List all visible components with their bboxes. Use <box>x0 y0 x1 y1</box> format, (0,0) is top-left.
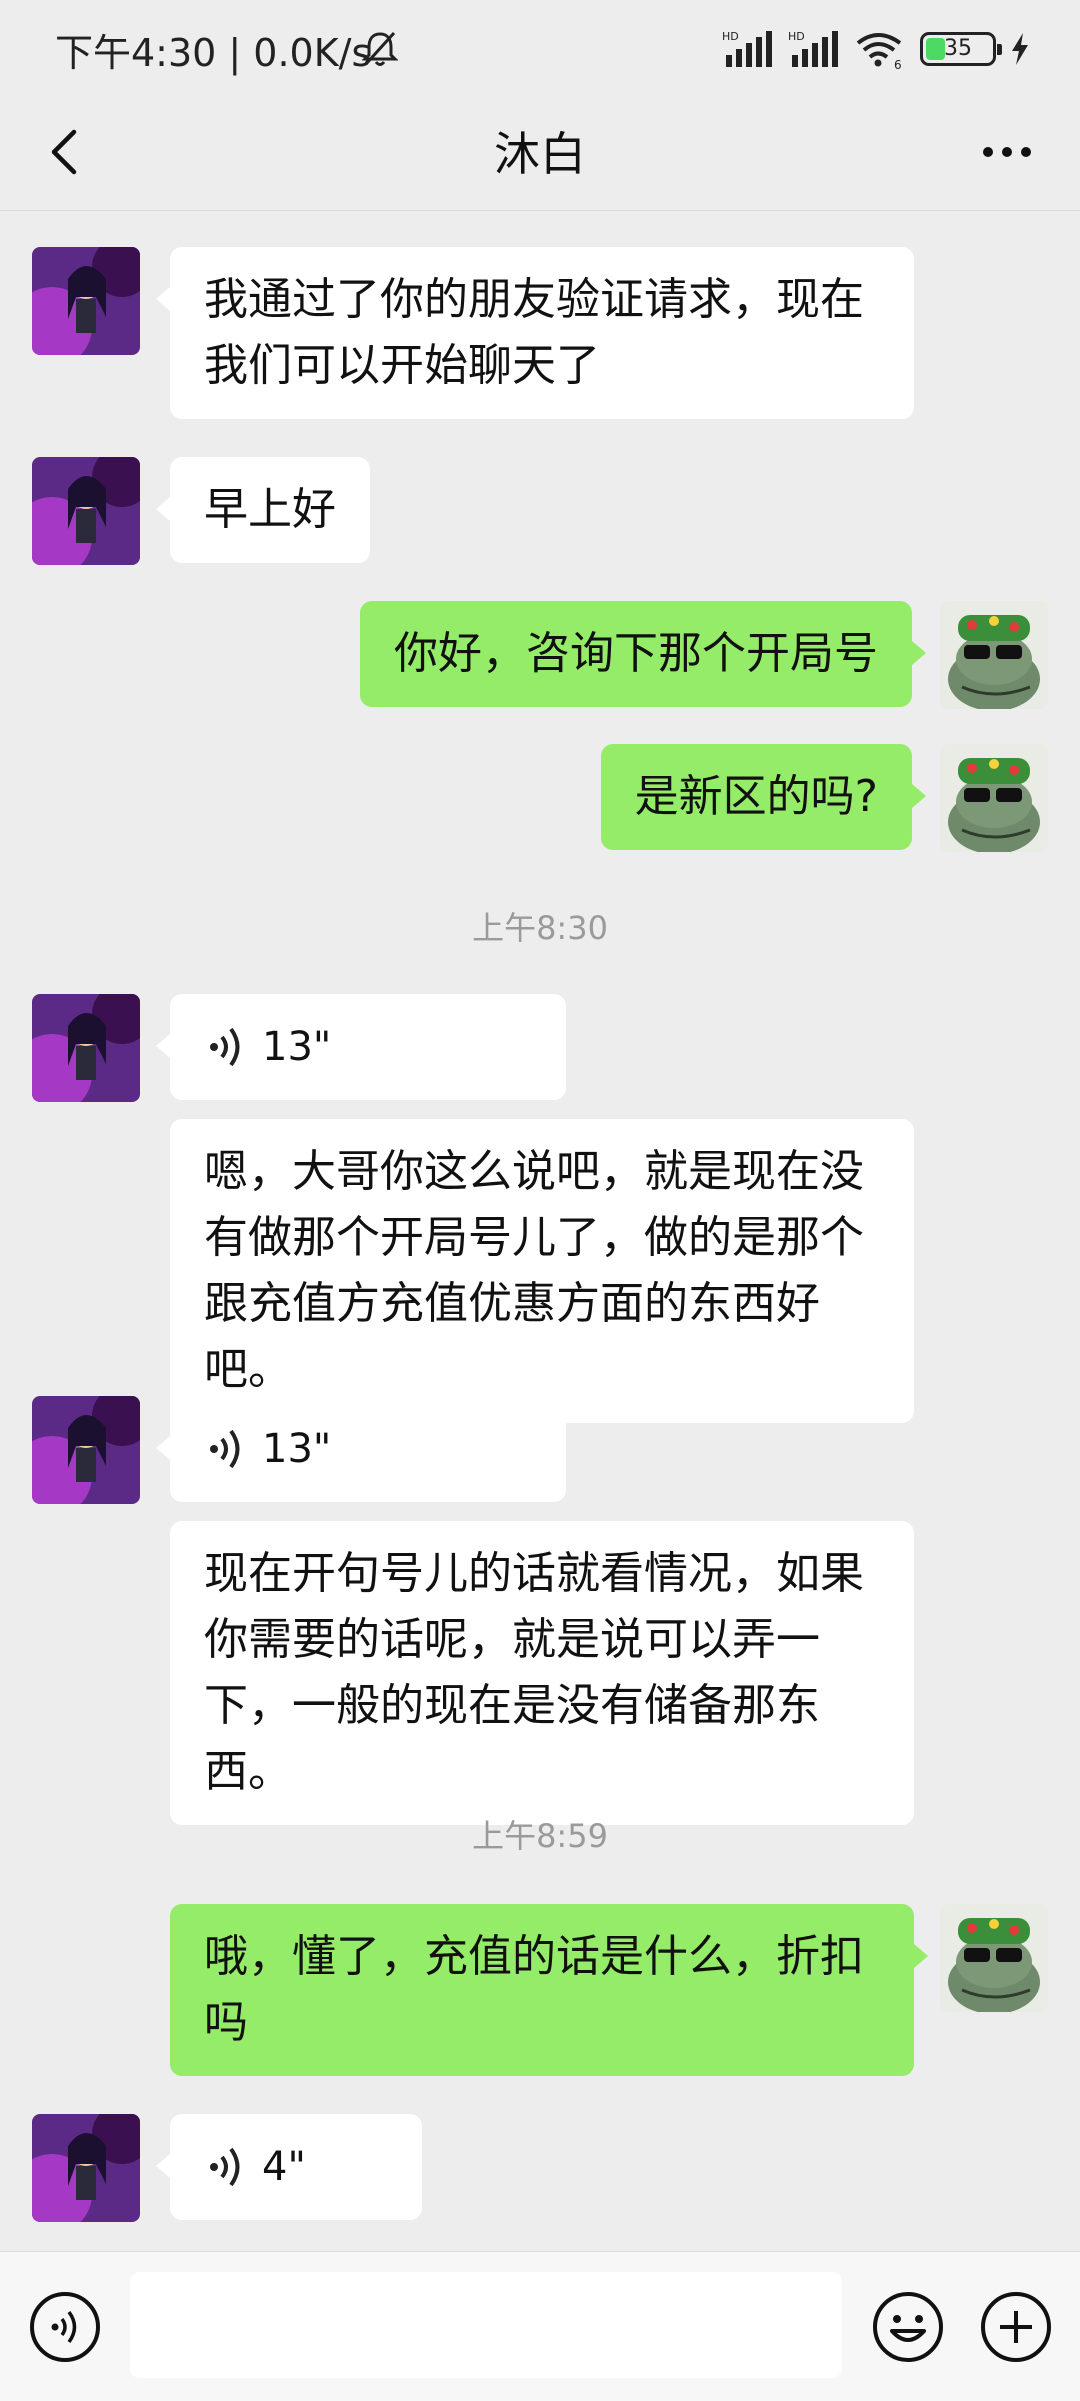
battery-text: 35 <box>944 36 972 61</box>
chat-title: 沐白 <box>494 127 586 181</box>
my-avatar[interactable] <box>940 744 1048 852</box>
contact-avatar[interactable] <box>32 2114 140 2222</box>
my-avatar[interactable] <box>940 1904 1048 2012</box>
message-input[interactable] <box>130 2272 842 2378</box>
wifi-icon: 6 <box>856 33 902 69</box>
voice-duration: 13" <box>262 1024 332 1070</box>
battery-indicator: 35 <box>920 32 1002 66</box>
plus-circle-icon <box>981 2292 1051 2362</box>
timestamp: 上午8:59 <box>472 1817 608 1855</box>
message-bubble-received[interactable]: 我通过了你的朋友验证请求，现在我们可以开始聊天了 <box>156 247 914 419</box>
message-bubble-received[interactable]: 早上好 <box>156 457 370 563</box>
message-bubble-sent[interactable]: 哦，懂了，充值的话是什么，折扣吗 <box>170 1904 928 2076</box>
contact-avatar[interactable] <box>32 247 140 355</box>
voice-message[interactable]: 13" <box>156 1396 566 1502</box>
message-bubble-sent[interactable]: 你好，咨询下那个开局号 <box>360 601 926 707</box>
emoji-button[interactable] <box>870 2289 946 2365</box>
message-bubble-received[interactable]: 嗯，大哥你这么说吧，就是现在没有做那个开局号儿了，做的是那个跟充值方充值优惠方面… <box>170 1119 914 1423</box>
input-bar <box>0 2251 1080 2401</box>
mute-bell-icon <box>362 31 398 66</box>
signal-hd-icon-2: HD <box>788 30 838 67</box>
timestamp: 上午8:30 <box>472 909 608 947</box>
charging-icon <box>1012 33 1028 65</box>
svg-text:HD: HD <box>788 30 805 43</box>
more-button[interactable] <box>962 116 1052 188</box>
nav-bar: 沐白 <box>0 96 1080 211</box>
voice-message[interactable]: 13" <box>156 994 566 1100</box>
voice-input-button[interactable] <box>27 2289 103 2365</box>
voice-message[interactable]: 4" <box>156 2114 422 2220</box>
voice-wave-icon <box>210 1429 240 1469</box>
voice-wave-icon <box>210 1027 240 1067</box>
svg-text:6: 6 <box>894 58 902 69</box>
message-bubble-sent[interactable]: 是新区的吗? <box>600 744 927 850</box>
voice-duration: 4" <box>262 2144 306 2190</box>
voice-wave-icon <box>210 2147 240 2187</box>
svg-text:HD: HD <box>722 30 739 43</box>
voice-duration: 13" <box>262 1426 332 1472</box>
chat-area[interactable]: 我通过了你的朋友验证请求，现在我们可以开始聊天了 早上好 你好，咨询下那个开局号… <box>0 211 1080 2251</box>
voice-mode-icon <box>30 2292 100 2362</box>
message-bubble-received[interactable]: 现在开句号儿的话就看情况，如果你需要的话呢，就是说可以弄一下，一般的现在是没有储… <box>170 1521 914 1825</box>
emoji-icon <box>873 2292 943 2362</box>
my-avatar[interactable] <box>940 601 1048 709</box>
contact-avatar[interactable] <box>32 457 140 565</box>
more-actions-button[interactable] <box>978 2289 1054 2365</box>
signal-hd-icon: HD <box>722 30 772 67</box>
status-bar: 下午4:30 | 0.0K/s HD HD 6 35 <box>0 0 1080 96</box>
contact-avatar[interactable] <box>32 994 140 1102</box>
contact-avatar[interactable] <box>32 1396 140 1504</box>
status-time-speed: 下午4:30 | 0.0K/s <box>55 31 372 75</box>
more-dots-icon <box>983 147 1031 157</box>
